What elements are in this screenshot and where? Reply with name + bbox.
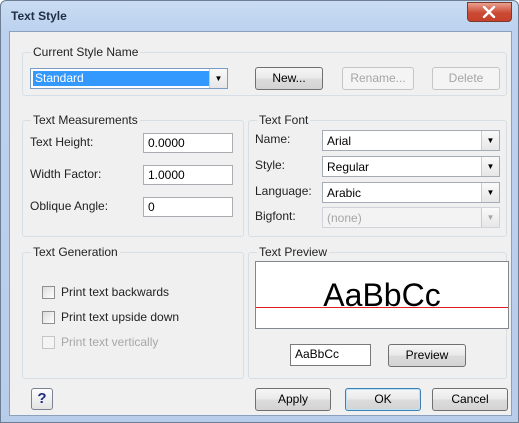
text-generation-group-label: Text Generation: [31, 245, 120, 259]
close-icon: [482, 6, 496, 18]
font-name-dropdown[interactable]: Arial ▼: [322, 130, 500, 151]
ok-button[interactable]: OK: [345, 388, 421, 411]
print-vertically-label: Print text vertically: [61, 335, 159, 349]
preview-sample-text: AaBbCc: [323, 277, 441, 313]
cancel-button[interactable]: Cancel: [432, 388, 508, 411]
style-name-value: Standard: [33, 71, 211, 86]
close-button[interactable]: [467, 2, 512, 22]
text-font-group-label: Text Font: [257, 113, 311, 127]
font-name-label: Name:: [255, 132, 291, 146]
text-measurements-group-label: Text Measurements: [31, 113, 140, 127]
width-factor-input[interactable]: 1.0000: [143, 165, 233, 185]
dialog-body: Current Style Name Standard ▼ New... Ren…: [9, 31, 512, 416]
bigfont-value: (none): [327, 211, 362, 225]
width-factor-label: Width Factor:: [30, 167, 102, 181]
new-style-button[interactable]: New...: [255, 67, 323, 90]
print-upside-down-label[interactable]: Print text upside down: [61, 310, 179, 324]
text-preview-group-label: Text Preview: [257, 245, 330, 259]
print-backwards-label[interactable]: Print text backwards: [61, 285, 169, 299]
help-button[interactable]: ?: [31, 388, 53, 410]
preview-baseline: [256, 307, 508, 308]
chevron-down-icon[interactable]: ▼: [481, 208, 499, 227]
help-icon: ?: [37, 390, 47, 407]
preview-canvas: AaBbCc: [255, 261, 509, 329]
print-vertically-checkbox[interactable]: [42, 336, 55, 349]
chevron-down-icon[interactable]: ▼: [209, 69, 227, 88]
font-style-value: Regular: [327, 160, 370, 174]
font-name-value: Arial: [327, 134, 352, 148]
oblique-angle-input[interactable]: 0: [143, 197, 233, 217]
language-label: Language:: [255, 184, 312, 198]
window-title: Text Style: [11, 9, 67, 23]
preview-button[interactable]: Preview: [388, 344, 466, 367]
title-bar: Text Style: [1, 1, 518, 31]
font-style-dropdown[interactable]: Regular ▼: [322, 156, 500, 177]
current-style-group-label: Current Style Name: [31, 45, 141, 59]
chevron-down-icon[interactable]: ▼: [481, 131, 499, 150]
delete-style-button[interactable]: Delete: [432, 67, 500, 90]
chevron-down-icon[interactable]: ▼: [481, 183, 499, 202]
bigfont-label: Bigfont:: [255, 209, 296, 223]
language-value: Arabic: [327, 186, 362, 200]
oblique-angle-label: Oblique Angle:: [30, 199, 109, 213]
print-backwards-checkbox[interactable]: [42, 286, 55, 299]
rename-style-button[interactable]: Rename...: [342, 67, 414, 90]
language-dropdown[interactable]: Arabic ▼: [322, 182, 500, 203]
bigfont-dropdown[interactable]: (none) ▼: [322, 207, 500, 228]
text-height-input[interactable]: 0.0000: [143, 133, 233, 153]
text-style-dialog: Text Style Current Style Name Standard ▼…: [0, 0, 519, 423]
style-name-dropdown[interactable]: Standard ▼: [30, 68, 228, 89]
preview-text-input[interactable]: AaBbCc: [290, 344, 371, 366]
chevron-down-icon[interactable]: ▼: [481, 157, 499, 176]
print-upside-down-checkbox[interactable]: [42, 311, 55, 324]
font-style-label: Style:: [255, 158, 286, 172]
apply-button[interactable]: Apply: [255, 388, 331, 411]
text-height-label: Text Height:: [30, 135, 94, 149]
